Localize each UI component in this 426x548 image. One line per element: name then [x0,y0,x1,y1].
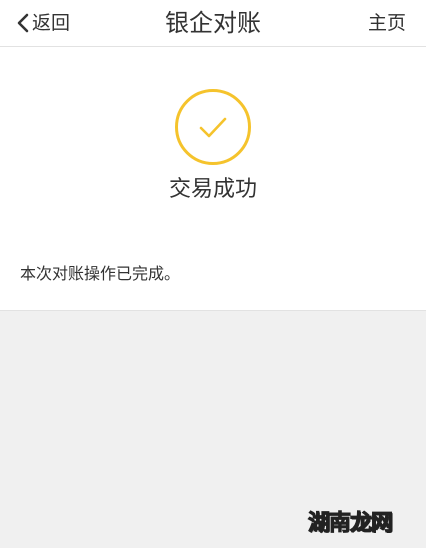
success-status-text: 交易成功 [168,177,257,202]
watermark-logo: 湖南龙网 [307,510,393,538]
home-button[interactable]: 主页 [368,8,406,38]
chevron-left-icon [17,13,29,33]
nav-bar: 返回 银企对账 主页 [0,0,426,47]
content-area: 湖南龙网 [0,310,426,548]
watermark-part-1: 湖 [307,511,330,537]
result-message: 本次对账操作已完成。 [20,264,181,283]
back-button[interactable]: 返回 [16,8,70,38]
watermark-part-2: 南 [328,511,351,537]
back-label: 返回 [32,12,71,34]
success-checkmark-icon [175,89,251,165]
watermark-part-3: 龙网 [349,511,393,537]
